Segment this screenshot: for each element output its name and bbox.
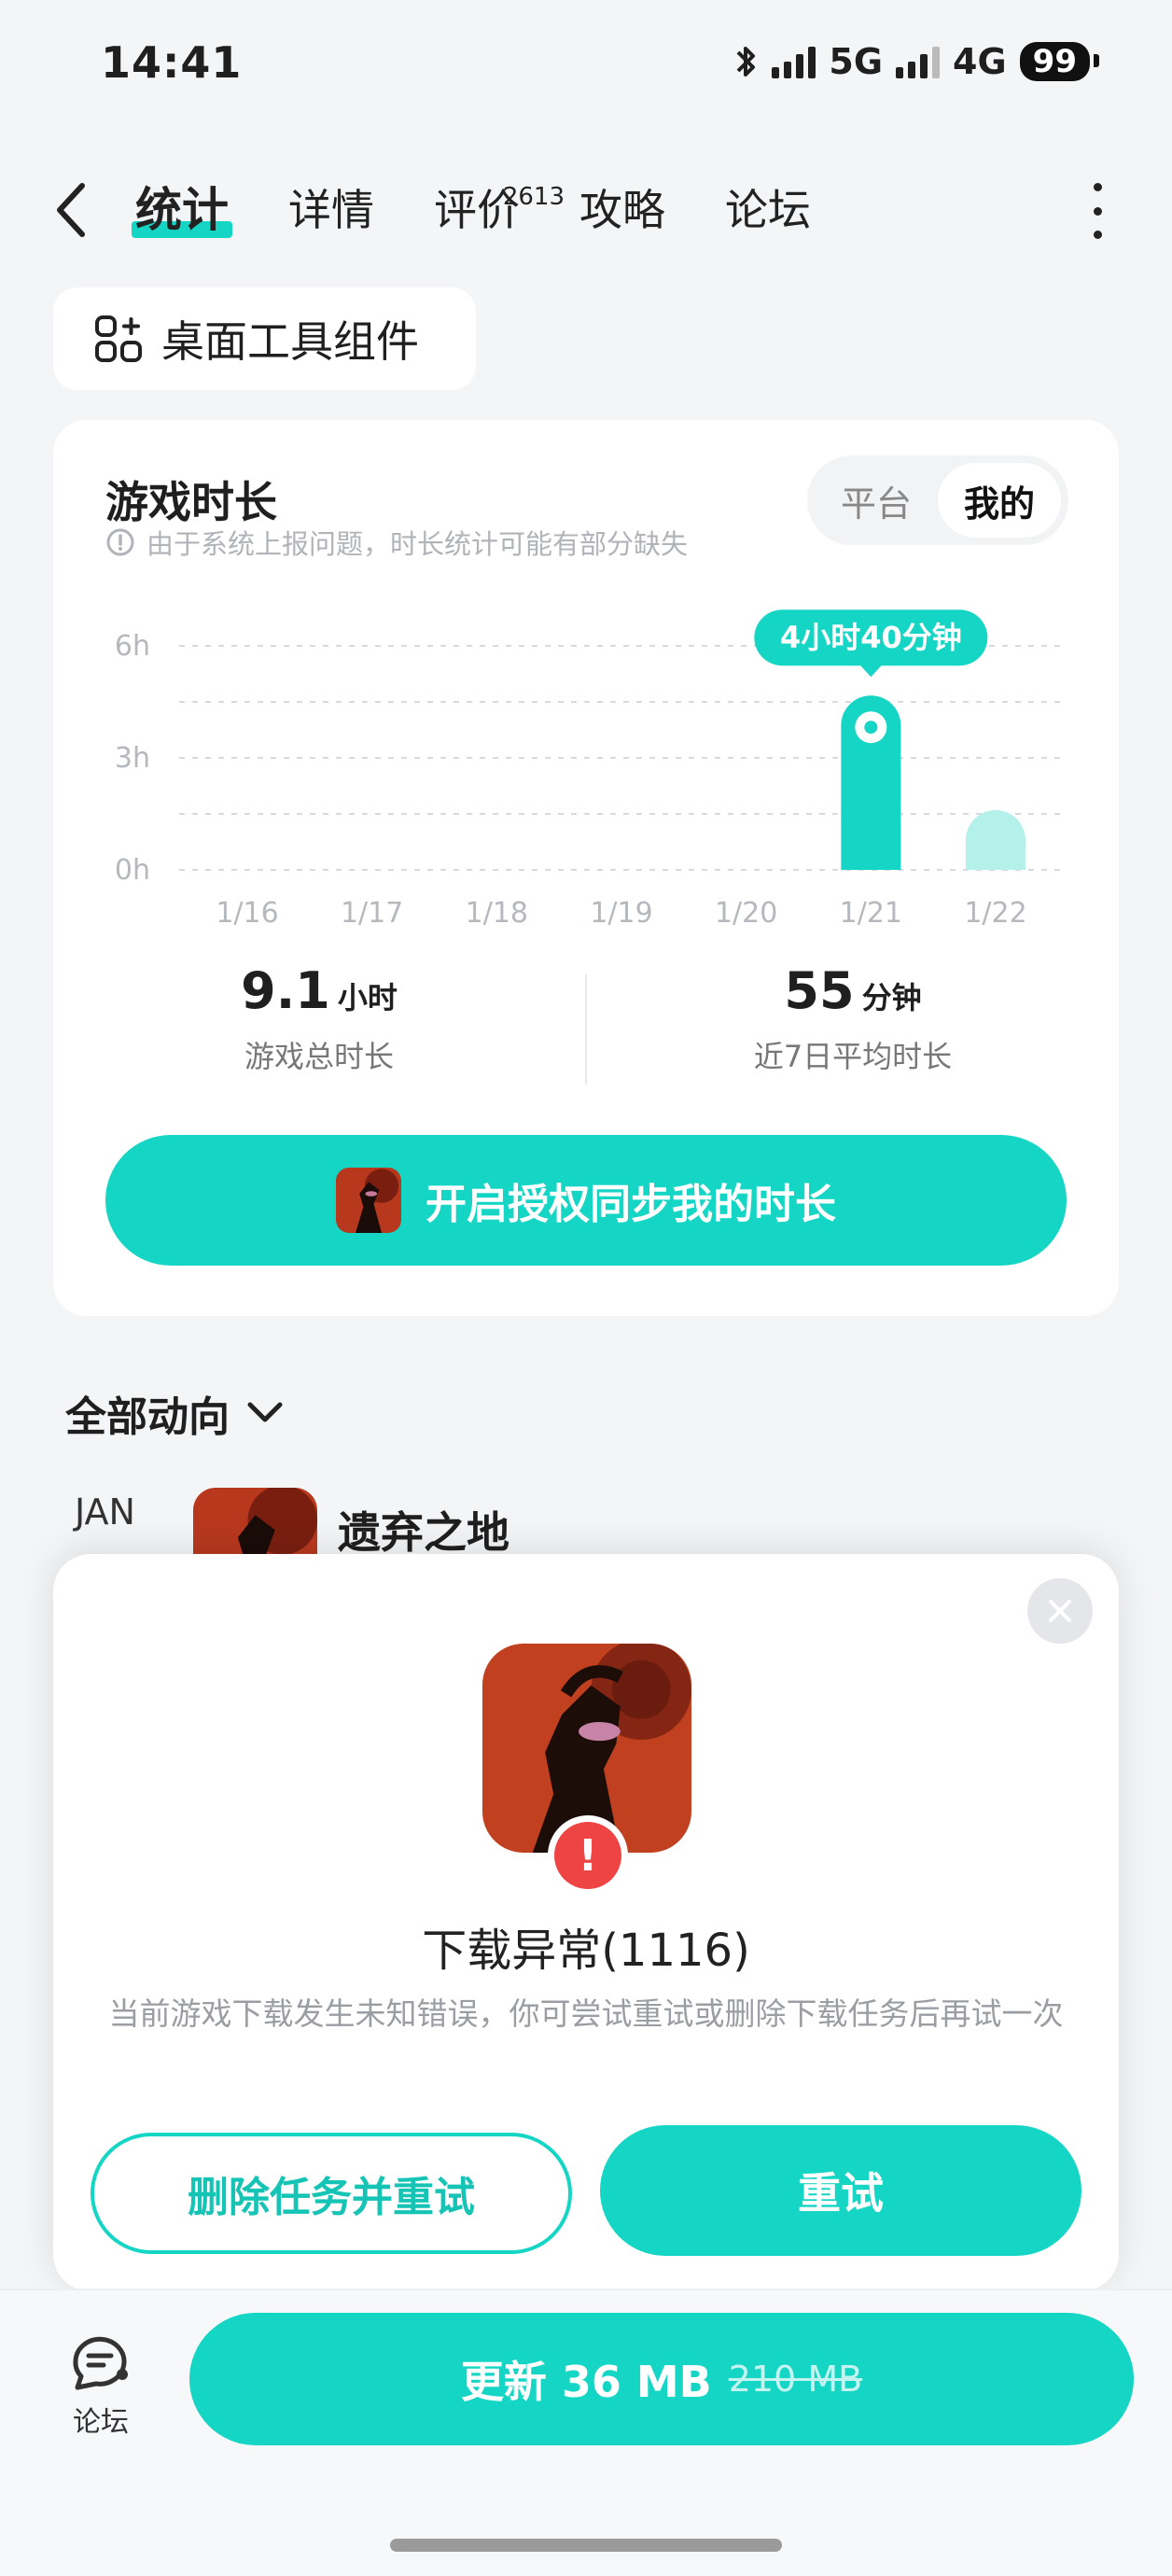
home-indicator[interactable] (390, 2539, 782, 2552)
chart-bar-marker-dot (864, 721, 878, 735)
status-icons: 5G 4G 99 (734, 41, 1100, 82)
close-dialog-button[interactable] (1027, 1578, 1093, 1644)
delete-and-retry-button[interactable]: 删除任务并重试 (91, 2133, 572, 2254)
back-button[interactable] (54, 179, 101, 241)
game-icon (336, 1168, 401, 1233)
battery-icon: 99 (1019, 42, 1100, 81)
bluetooth-icon (736, 47, 756, 77)
download-error-dialog: ! 下载异常(1116) 当前游戏下载发生未知错误，你可尝试重试或删除下载任务后… (53, 1554, 1119, 2291)
chart-tooltip-label: 4小时40分钟 (780, 620, 962, 655)
widget-grid-icon (95, 315, 142, 362)
chevron-left-icon (57, 183, 85, 237)
update-label: 更新 36 MB (460, 2357, 712, 2407)
tab-forum[interactable]: 论坛 (725, 173, 811, 247)
average-time-label: 近7日平均时长 (753, 1039, 953, 1074)
forum-chat-icon (73, 2336, 128, 2390)
chart-x-tick-label: 1/22 (964, 897, 1026, 930)
forum-nav-button[interactable]: 论坛 (62, 2333, 140, 2440)
chart-x-tick-label: 1/20 (715, 897, 777, 930)
alert-icon: ! (554, 1822, 621, 1889)
sync-auth-label: 开启授权同步我的时长 (426, 1181, 836, 1228)
original-size: 210 MB (728, 2359, 863, 2400)
chart-bar (966, 810, 1026, 870)
update-button[interactable]: 更新 36 MB 210 MB (189, 2313, 1134, 2445)
tab-reviews[interactable]: 评价 2613 (434, 173, 565, 247)
info-icon (106, 528, 134, 556)
chart-x-tick-label: 1/17 (341, 897, 403, 930)
chart-x-tick-label: 1/19 (590, 897, 652, 930)
toggle-mine[interactable]: 我的 (938, 463, 1061, 538)
chart-tooltip-pointer (859, 665, 883, 678)
retry-button[interactable]: 重试 (600, 2125, 1081, 2256)
average-time-value: 55 (784, 961, 855, 1020)
average-time: 55 分钟 近7日平均时长 (587, 961, 1119, 1076)
play-time-chart: 0h 3h 6h 1/16 1/17 1/18 1/19 1/20 1/21 4小时40分钟 1/2… (115, 609, 1063, 930)
signal-icon (772, 45, 816, 78)
chart-x-tick-label: 1/16 (216, 897, 278, 930)
chevron-down-icon (247, 1402, 283, 1422)
widget-chip-label: 桌面工具组件 (161, 316, 419, 367)
chart-x-tick-label: 1/21 (840, 897, 902, 930)
more-menu-button[interactable] (1088, 183, 1107, 239)
dialog-title: 下载异常(1116) (422, 1925, 750, 1977)
desktop-widget-button[interactable]: 桌面工具组件 (53, 287, 476, 390)
tab-details[interactable]: 详情 (288, 173, 374, 247)
chart-y-tick-label: 0h (115, 854, 150, 887)
summary-row: 9.1 小时 游戏总时长 55 分钟 近7日平均时长 (53, 961, 1119, 1101)
forum-nav-label: 论坛 (73, 2406, 129, 2439)
play-time-card: 游戏时长 由于系统上报问题，时长统计可能有部分缺失 平台 我的 0h 3h 6h 1/… (53, 420, 1119, 1316)
activity-game-title[interactable]: 遗弃之地 (338, 1499, 509, 1561)
chart-y-tick-label: 6h (115, 630, 150, 663)
activity-month: JAN (75, 1491, 135, 1533)
card-title: 游戏时长 (105, 477, 277, 527)
total-time-unit: 小时 (337, 980, 398, 1015)
toggle-platform[interactable]: 平台 (815, 463, 938, 538)
average-time-unit: 分钟 (861, 980, 922, 1015)
activity-filter[interactable]: 全部动向 (65, 1383, 284, 1443)
tab-bar: 统计 详情 评价 2613 攻略 论坛 (132, 173, 871, 247)
scope-toggle: 平台 我的 (807, 455, 1068, 545)
total-time-label: 游戏总时长 (244, 1039, 394, 1074)
review-count-badge: 2613 (502, 183, 565, 211)
tab-stats[interactable]: 统计 (132, 173, 232, 247)
dialog-description: 当前游戏下载发生未知错误，你可尝试重试或删除下载任务后再试一次 (108, 1995, 1064, 2032)
sync-auth-button[interactable]: 开启授权同步我的时长 (105, 1135, 1067, 1266)
chart-y-tick-label: 3h (115, 742, 150, 775)
network-5g: 5G (829, 41, 884, 82)
card-note: 由于系统上报问题，时长统计可能有部分缺失 (105, 523, 688, 562)
chart-x-tick-label: 1/18 (466, 897, 528, 930)
error-badge: ! (548, 1815, 628, 1896)
network-4g: 4G (953, 41, 1007, 82)
signal-icon (896, 45, 941, 78)
close-icon (1049, 1600, 1071, 1622)
total-time-value: 9.1 (241, 961, 330, 1020)
total-time: 9.1 小时 游戏总时长 (53, 961, 585, 1076)
status-time: 14:41 (101, 37, 243, 88)
bottom-action-bar: 论坛 更新 36 MB 210 MB (0, 2289, 1172, 2576)
tab-guides[interactable]: 攻略 (579, 173, 665, 247)
